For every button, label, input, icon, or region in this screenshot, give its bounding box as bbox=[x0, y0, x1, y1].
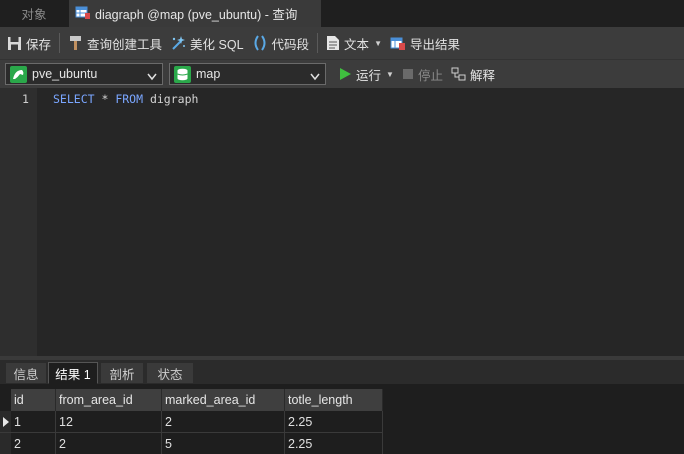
column-header-label: marked_area_id bbox=[165, 393, 256, 407]
text-mode-button[interactable]: 文本 ▼ bbox=[322, 31, 386, 55]
query-builder-button[interactable]: 查询创建工具 bbox=[64, 31, 166, 55]
export-results-button[interactable]: 导出结果 bbox=[386, 31, 464, 55]
tab-profile[interactable]: 剖析 bbox=[100, 362, 144, 384]
play-icon bbox=[338, 67, 352, 81]
run-button[interactable]: 运行 ▼ bbox=[334, 62, 398, 86]
export-results-label: 导出结果 bbox=[409, 37, 460, 52]
tab-info-label: 信息 bbox=[13, 367, 39, 382]
row-selector-current[interactable] bbox=[0, 411, 11, 433]
column-header-label: from_area_id bbox=[59, 393, 133, 407]
tab-status-label: 状态 bbox=[157, 367, 183, 382]
main-toolbar: 保存 查询创建工具 美化 SQL 代码段 文本 ▼ 导出结果 bbox=[0, 27, 684, 60]
save-button[interactable]: 保存 bbox=[3, 31, 55, 55]
column-header-marked-area-id[interactable]: marked_area_id bbox=[162, 389, 285, 411]
tab-objects[interactable]: 对象 bbox=[0, 0, 68, 27]
table-cell[interactable]: 2 bbox=[56, 433, 162, 454]
connection-value: pve_ubuntu bbox=[32, 67, 98, 81]
chevron-down-icon bbox=[147, 70, 157, 84]
sql-editor[interactable]: 1 SELECT * FROM digraph bbox=[0, 88, 684, 356]
line-number: 1 bbox=[22, 92, 29, 106]
toolbar-divider bbox=[59, 33, 61, 53]
column-header-totle-length[interactable]: totle_length bbox=[285, 389, 383, 411]
code-snippet-label: 代码段 bbox=[271, 37, 310, 52]
table-cell[interactable]: 1 bbox=[11, 411, 56, 433]
explain-icon bbox=[451, 67, 466, 82]
text-mode-label: 文本 bbox=[344, 37, 370, 52]
chevron-down-icon bbox=[310, 70, 320, 84]
tab-objects-label: 对象 bbox=[21, 8, 47, 22]
sql-keyword: SELECT bbox=[53, 92, 95, 106]
magic-wand-icon bbox=[170, 35, 186, 51]
column-header-id[interactable]: id bbox=[11, 389, 56, 411]
results-grid: id from_area_id marked_area_id totle_len… bbox=[0, 384, 684, 454]
database-value: map bbox=[196, 67, 221, 81]
tab-result-1-label: 结果 1 bbox=[55, 367, 91, 382]
tab-query-label: diagraph @map (pve_ubuntu) - 查询 bbox=[95, 8, 298, 22]
table-cell[interactable]: 2 bbox=[162, 411, 285, 433]
row-selector[interactable] bbox=[0, 433, 11, 454]
toolbar-divider bbox=[317, 33, 319, 53]
tab-profile-label: 剖析 bbox=[109, 367, 135, 382]
export-grid-icon bbox=[390, 35, 406, 51]
stop-icon bbox=[402, 68, 414, 80]
current-row-arrow-icon bbox=[3, 417, 9, 427]
column-header-label: id bbox=[14, 393, 24, 407]
mysql-dolphin-icon bbox=[10, 65, 27, 83]
result-tab-bar: 信息 结果 1 剖析 状态 bbox=[0, 360, 684, 384]
database-select[interactable]: map bbox=[169, 63, 326, 85]
sql-keyword: FROM bbox=[115, 92, 144, 106]
table-cell[interactable]: 2.25 bbox=[285, 433, 383, 454]
stop-button[interactable]: 停止 bbox=[398, 62, 447, 86]
run-label: 运行 bbox=[356, 68, 382, 83]
explain-button[interactable]: 解释 bbox=[447, 62, 499, 86]
sql-token: * bbox=[94, 92, 116, 106]
save-icon bbox=[7, 36, 22, 51]
table-cell[interactable]: 5 bbox=[162, 433, 285, 454]
tab-status[interactable]: 状态 bbox=[146, 362, 194, 384]
tab-info[interactable]: 信息 bbox=[5, 362, 47, 384]
dropdown-caret-icon: ▼ bbox=[386, 69, 394, 79]
table-cell[interactable]: 12 bbox=[56, 411, 162, 433]
table-cell[interactable]: 2.25 bbox=[285, 411, 383, 433]
save-label: 保存 bbox=[26, 37, 52, 52]
document-tab-bar: 对象 diagraph @map (pve_ubuntu) - 查询 bbox=[0, 0, 684, 27]
column-header-label: totle_length bbox=[288, 393, 353, 407]
beautify-sql-label: 美化 SQL bbox=[190, 37, 244, 52]
code-snippet-button[interactable]: 代码段 bbox=[248, 31, 314, 55]
beautify-sql-button[interactable]: 美化 SQL bbox=[166, 31, 248, 55]
explain-label: 解释 bbox=[469, 68, 495, 83]
database-icon bbox=[174, 65, 191, 83]
document-icon bbox=[326, 35, 340, 51]
dropdown-caret-icon: ▼ bbox=[374, 38, 382, 48]
column-header-from-area-id[interactable]: from_area_id bbox=[56, 389, 162, 411]
hammer-icon bbox=[68, 35, 83, 51]
query-builder-label: 查询创建工具 bbox=[87, 37, 163, 52]
table-cell[interactable]: 2 bbox=[11, 433, 56, 454]
connection-select[interactable]: pve_ubuntu bbox=[5, 63, 163, 85]
parentheses-icon bbox=[252, 35, 268, 51]
sql-code-line[interactable]: SELECT * FROM digraph bbox=[53, 92, 198, 106]
tab-result-1[interactable]: 结果 1 bbox=[48, 362, 98, 384]
line-number-gutter: 1 bbox=[0, 88, 37, 356]
query-table-icon bbox=[75, 4, 91, 23]
connection-toolbar: pve_ubuntu map 运行 ▼ 停止 解释 bbox=[0, 60, 684, 88]
sql-token: digraph bbox=[143, 92, 199, 106]
stop-label: 停止 bbox=[417, 68, 443, 83]
tab-query[interactable]: diagraph @map (pve_ubuntu) - 查询 bbox=[69, 0, 321, 27]
